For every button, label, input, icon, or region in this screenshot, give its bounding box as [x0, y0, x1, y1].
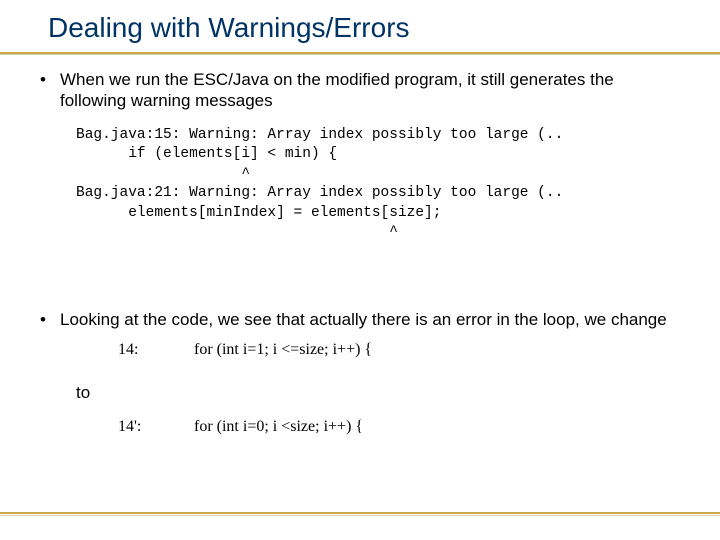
spacer — [38, 263, 682, 309]
line-label: 14: — [76, 340, 178, 360]
bullet-text: When we run the ESC/Java on the modified… — [60, 70, 614, 110]
bullet-list: Looking at the code, we see that actuall… — [38, 309, 682, 330]
divider-top-shadow — [0, 54, 720, 55]
bullet-item: Looking at the code, we see that actuall… — [38, 309, 682, 330]
divider-bottom-shadow — [0, 515, 720, 516]
bullet-text: Looking at the code, we see that actuall… — [60, 310, 667, 329]
to-label: to — [76, 382, 682, 403]
slide: Dealing with Warnings/Errors When we run… — [0, 0, 720, 540]
bullet-item: When we run the ESC/Java on the modified… — [38, 69, 682, 112]
line-code: for (int i=0; i <size; i++) { — [178, 417, 363, 437]
change-after-row: 14': for (int i=0; i <size; i++) { — [76, 417, 682, 437]
line-code: for (int i=1; i <=size; i++) { — [178, 340, 372, 360]
line-label: 14': — [76, 417, 178, 437]
warning-output: Bag.java:15: Warning: Array index possib… — [76, 126, 682, 243]
title-area: Dealing with Warnings/Errors — [0, 0, 720, 48]
slide-title: Dealing with Warnings/Errors — [48, 12, 720, 44]
content-area: When we run the ESC/Java on the modified… — [0, 69, 720, 437]
change-before-row: 14: for (int i=1; i <=size; i++) { — [76, 340, 682, 360]
bullet-list: When we run the ESC/Java on the modified… — [38, 69, 682, 112]
divider-bottom — [0, 512, 720, 514]
change-block: 14: for (int i=1; i <=size; i++) { to 14… — [76, 340, 682, 437]
